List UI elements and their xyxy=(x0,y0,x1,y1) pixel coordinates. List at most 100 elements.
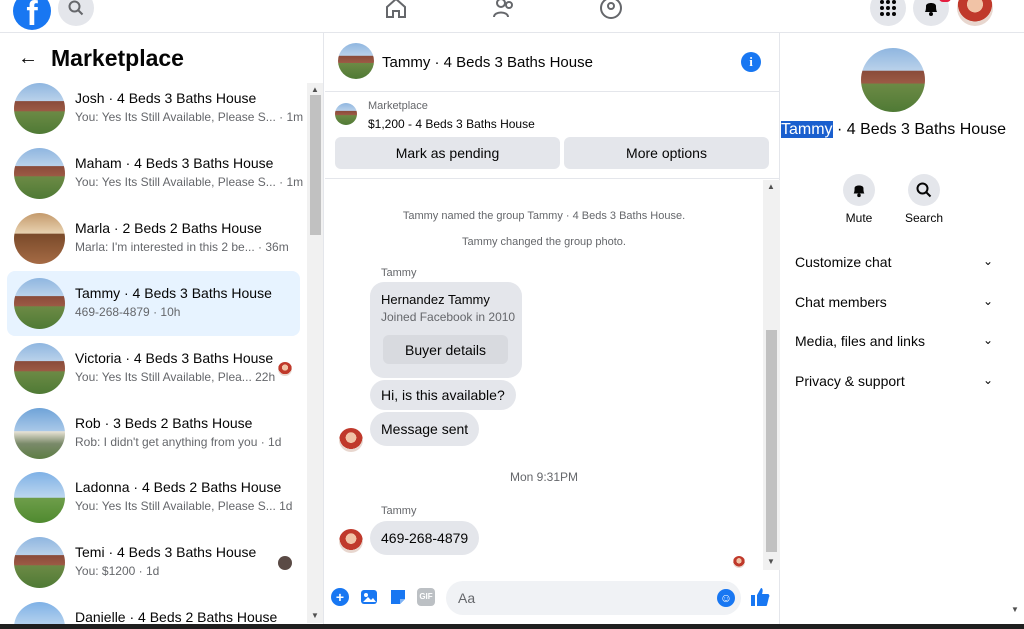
menu-grid-icon xyxy=(880,0,896,16)
chat-scrollbar[interactable]: ▲ ▼ xyxy=(763,180,780,570)
details-scrollbar[interactable]: ▼ xyxy=(1007,33,1024,629)
seen-avatar xyxy=(278,362,292,376)
marketplace-listing-bar: Marketplace $1,200 - 4 Beds 3 Baths Hous… xyxy=(325,93,780,179)
facebook-logo[interactable]: f xyxy=(13,0,51,30)
chevron-down-icon: ⌄ xyxy=(982,254,993,268)
conversation-item[interactable]: Rob · 3 Beds 2 Baths House Rob: I didn't… xyxy=(7,401,300,466)
buyer-details-button[interactable]: Buyer details xyxy=(383,335,508,364)
listing-thumbnail xyxy=(14,537,65,588)
listing-thumbnail xyxy=(14,278,65,329)
privacy-support-row[interactable]: Privacy & support ⌄ xyxy=(795,373,993,389)
listing-thumbnail xyxy=(14,83,65,134)
search-label: Search xyxy=(904,211,944,225)
listing-thumbnail xyxy=(14,213,65,264)
gif-icon[interactable]: GIF xyxy=(417,588,435,606)
chevron-down-icon: ⌄ xyxy=(982,333,993,347)
listing-thumbnail xyxy=(14,148,65,199)
mute-button[interactable] xyxy=(843,174,875,206)
scroll-down-arrow-icon[interactable]: ▼ xyxy=(767,557,775,566)
sender-avatar xyxy=(339,428,363,452)
groups-icon[interactable] xyxy=(599,0,623,20)
conversation-item-active[interactable]: Tammy · 4 Beds 3 Baths House 469-268-487… xyxy=(7,271,300,336)
read-receipt-avatar xyxy=(733,556,745,568)
conversation-item[interactable]: Victoria · 4 Beds 3 Baths House You: Yes… xyxy=(7,336,300,401)
message-bubble: 469-268-4879 xyxy=(370,521,480,555)
friends-icon[interactable] xyxy=(492,0,516,20)
conversation-item[interactable]: Maham · 4 Beds 3 Baths House You: Yes It… xyxy=(7,141,303,206)
marketplace-label: Marketplace xyxy=(368,100,428,112)
row-label: Customize chat xyxy=(795,254,892,270)
listing-thumbnail xyxy=(14,408,65,459)
message-input-placeholder: Aa xyxy=(458,590,476,606)
chevron-down-icon: ⌄ xyxy=(982,294,993,308)
conversation-snippet: You: Yes Its Still Available, Please S..… xyxy=(75,110,304,124)
conversation-name: Victoria · 4 Beds 3 Baths House xyxy=(75,350,274,366)
profile-card: Hernandez Tammy Joined Facebook in 2010 … xyxy=(370,282,522,378)
scroll-up-arrow-icon[interactable]: ▲ xyxy=(311,85,319,94)
search-button[interactable] xyxy=(908,174,940,206)
conversation-name: Josh · 4 Beds 3 Baths House xyxy=(75,90,257,106)
row-label: Chat members xyxy=(795,294,887,310)
sticker-icon[interactable] xyxy=(389,588,407,606)
sender-name: Tammy xyxy=(381,267,417,279)
chat-members-row[interactable]: Chat members ⌄ xyxy=(795,294,993,310)
page-title: Marketplace xyxy=(51,44,184,71)
more-options-button[interactable]: More options xyxy=(564,137,769,169)
mute-action[interactable]: Mute xyxy=(829,174,889,225)
chat-name: Tammy · 4 Beds 3 Baths House xyxy=(781,120,1006,139)
info-icon[interactable]: i xyxy=(741,52,761,72)
conversation-name: Maham · 4 Beds 3 Baths House xyxy=(75,155,274,171)
scroll-down-arrow-icon[interactable]: ▼ xyxy=(1011,605,1019,614)
system-message: Tammy named the group Tammy · 4 Beds 3 B… xyxy=(402,210,686,222)
search-action[interactable]: Search xyxy=(894,174,954,225)
conversation-list-scrollbar[interactable]: ▲ ▼ xyxy=(307,83,323,623)
conversation-snippet: You: $1200 · 1d xyxy=(75,564,160,578)
scrollbar-thumb[interactable] xyxy=(766,330,777,552)
message-thread: Tammy named the group Tammy · 4 Beds 3 B… xyxy=(325,180,763,570)
thumbs-up-icon[interactable] xyxy=(750,587,770,607)
selected-name-text: Tammy xyxy=(781,121,833,138)
chevron-down-icon: ⌄ xyxy=(982,373,993,387)
listing-thumbnail xyxy=(14,472,65,523)
conversation-item[interactable]: Ladonna · 4 Beds 2 Baths House You: Yes … xyxy=(7,465,300,530)
conversation-item[interactable]: Josh · 4 Beds 3 Baths House You: Yes Its… xyxy=(7,76,304,141)
customize-chat-row[interactable]: Customize chat ⌄ xyxy=(795,254,993,270)
conversation-snippet: 469-268-4879 · 10h xyxy=(75,305,181,319)
scroll-up-arrow-icon[interactable]: ▲ xyxy=(767,182,775,191)
top-navigation-bar: f xyxy=(0,0,1024,33)
sender-avatar xyxy=(339,529,363,553)
chat-title[interactable]: Tammy · 4 Beds 3 Baths House xyxy=(382,54,593,71)
conversation-item[interactable]: Temi · 4 Beds 3 Baths House You: $1200 ·… xyxy=(7,530,300,595)
profile-card-name: Hernandez Tammy xyxy=(381,292,490,307)
media-files-links-row[interactable]: Media, files and links ⌄ xyxy=(795,333,993,349)
search-button[interactable] xyxy=(58,0,94,26)
notification-badge xyxy=(939,0,951,2)
home-icon[interactable] xyxy=(384,0,408,20)
chat-panel: Tammy · 4 Beds 3 Baths House i Marketpla… xyxy=(325,33,780,629)
chat-avatar[interactable] xyxy=(338,43,374,79)
plus-icon[interactable]: + xyxy=(331,588,349,606)
system-message: Tammy changed the group photo. xyxy=(462,236,626,248)
scrollbar-thumb[interactable] xyxy=(310,95,321,235)
profile-avatar[interactable] xyxy=(957,0,993,26)
conversation-snippet: Marla: I'm interested in this 2 be... · … xyxy=(75,240,289,254)
photo-icon[interactable] xyxy=(360,588,378,606)
conversation-item[interactable]: Marla · 2 Beds 2 Baths House Marla: I'm … xyxy=(7,206,300,271)
chat-avatar-large xyxy=(861,48,925,112)
message-composer: + GIF Aa ☺ xyxy=(325,578,780,618)
listing-thumbnail xyxy=(14,343,65,394)
notifications-button[interactable] xyxy=(913,0,949,26)
conversation-name: Tammy · 4 Beds 3 Baths House xyxy=(75,285,272,301)
chat-details-panel: Tammy · 4 Beds 3 Baths House Mute Search… xyxy=(781,33,1024,629)
menu-button[interactable] xyxy=(870,0,906,26)
profile-card-subtitle: Joined Facebook in 2010 xyxy=(381,310,516,324)
listing-title[interactable]: $1,200 - 4 Beds 3 Baths House xyxy=(368,117,535,131)
scroll-down-arrow-icon[interactable]: ▼ xyxy=(311,611,319,620)
back-arrow-icon[interactable]: ← xyxy=(18,47,42,70)
seen-avatar xyxy=(278,556,292,570)
listing-thumbnail[interactable] xyxy=(335,103,357,125)
chat-header: Tammy · 4 Beds 3 Baths House i xyxy=(325,33,780,92)
emoji-icon[interactable]: ☺ xyxy=(717,589,735,607)
message-input[interactable]: Aa ☺ xyxy=(446,581,741,615)
mark-as-pending-button[interactable]: Mark as pending xyxy=(335,137,560,169)
